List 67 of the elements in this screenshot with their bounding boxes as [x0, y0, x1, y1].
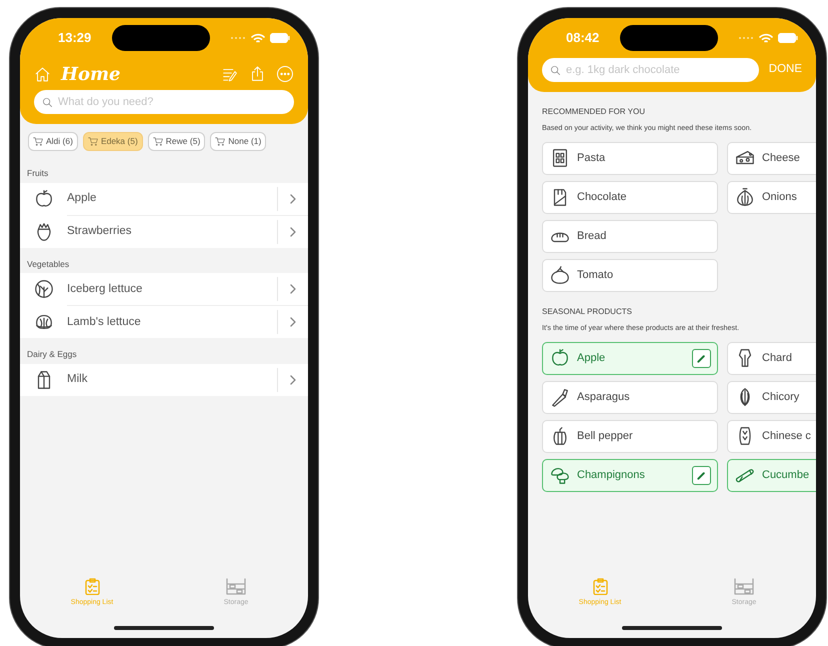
- chevron-right-icon[interactable]: [290, 194, 296, 204]
- chevron-right-icon[interactable]: [290, 226, 296, 236]
- cart-icon: [215, 136, 226, 146]
- signal-icon: [230, 36, 246, 40]
- battery-icon: [270, 33, 290, 43]
- cart-icon: [33, 136, 43, 146]
- chevron-right-icon[interactable]: [290, 317, 296, 328]
- signal-icon: [738, 36, 754, 40]
- lettuce-icon: [32, 278, 54, 300]
- store-filter-chip[interactable]: None (1): [210, 132, 266, 151]
- section-title: RECOMMENDED FOR YOU: [542, 106, 646, 118]
- asparagus-icon: [549, 386, 571, 408]
- store-filter-chip[interactable]: Rewe (5): [148, 132, 206, 151]
- wifi-icon: [251, 33, 265, 43]
- list-row[interactable]: Strawberries: [20, 216, 308, 248]
- product-card[interactable]: Cucumbe: [727, 458, 816, 492]
- product-card[interactable]: Onions: [727, 180, 816, 214]
- search-field[interactable]: e.g. 1kg dark chocolate: [542, 58, 759, 82]
- list-row[interactable]: Iceberg lettuce: [20, 273, 308, 306]
- clipboard-icon: [84, 578, 100, 594]
- list-row[interactable]: Lamb's lettuce: [20, 306, 308, 338]
- shelf-icon: [226, 578, 246, 594]
- shelf-icon: [734, 578, 754, 594]
- product-card[interactable]: Pasta: [542, 142, 718, 175]
- more-icon[interactable]: [276, 65, 294, 83]
- item-name: Lamb's lettuce: [67, 314, 142, 330]
- list-row[interactable]: Milk: [20, 364, 308, 396]
- pencil-icon: [697, 354, 706, 363]
- clipboard-icon: [592, 578, 608, 594]
- section-title: SEASONAL PRODUCTS: [542, 306, 633, 318]
- product-card[interactable]: Bread: [542, 220, 718, 253]
- item-name: Milk: [67, 372, 88, 388]
- section-header: Dairy & Eggs: [27, 349, 77, 360]
- product-card[interactable]: Apple: [542, 342, 718, 375]
- pencil-icon: [697, 470, 706, 480]
- product-card[interactable]: Chard: [727, 342, 816, 375]
- list-row[interactable]: Apple: [20, 182, 308, 214]
- store-filter-chip[interactable]: Aldi (6): [28, 132, 78, 151]
- product-card[interactable]: Chinese c: [727, 420, 816, 453]
- chevron-right-icon[interactable]: [290, 375, 296, 385]
- edit-button[interactable]: [692, 348, 711, 368]
- item-name: Apple: [67, 190, 98, 206]
- chevron-right-icon[interactable]: [290, 284, 296, 294]
- onion-icon: [734, 186, 756, 208]
- product-card[interactable]: Asparagus: [542, 380, 718, 414]
- wifi-icon: [759, 33, 773, 43]
- product-card[interactable]: Bell pepper: [542, 420, 718, 453]
- status-time: 13:29: [58, 29, 92, 48]
- section-header: Fruits: [27, 168, 48, 178]
- product-card[interactable]: Chicory: [727, 380, 816, 414]
- status-time: 08:42: [566, 29, 600, 48]
- battery-icon: [778, 33, 798, 43]
- home-icon[interactable]: [34, 66, 51, 82]
- share-icon[interactable]: [249, 65, 266, 83]
- store-filter-chip[interactable]: Edeka (5): [82, 132, 143, 151]
- cart-icon: [152, 136, 163, 146]
- search-field[interactable]: What do you need?: [34, 90, 294, 114]
- item-name: Strawberries: [67, 224, 133, 239]
- cart-icon: [88, 136, 98, 146]
- product-card[interactable]: Cheese: [727, 142, 816, 175]
- product-card[interactable]: Tomato: [542, 258, 718, 292]
- product-card[interactable]: Champignons: [542, 458, 718, 492]
- screen-title: Home: [61, 62, 121, 86]
- product-card[interactable]: Chocolate: [542, 180, 718, 214]
- item-name: Iceberg lettuce: [67, 282, 144, 297]
- edit-button[interactable]: [692, 466, 711, 485]
- section-header: Vegetables: [27, 258, 70, 268]
